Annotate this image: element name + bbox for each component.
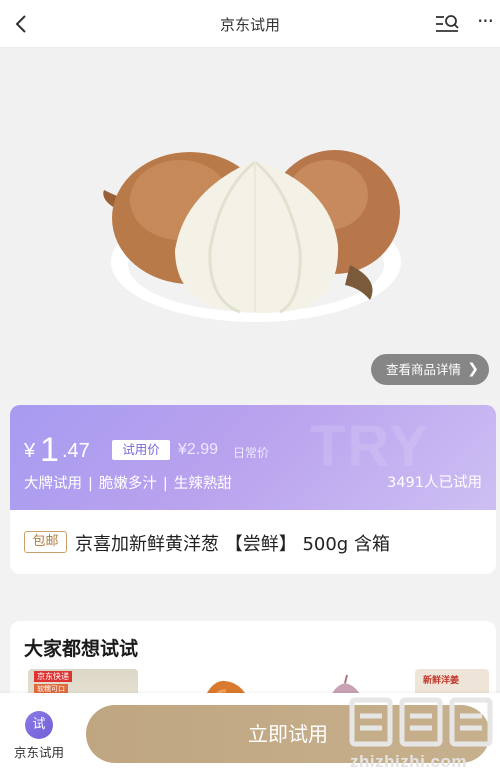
trial-price-tag: 试用价 <box>112 440 170 460</box>
feature-item: 生辣熟甜 <box>173 476 232 492</box>
free-shipping-badge: 包邮 <box>24 531 67 553</box>
chevron-right-icon: ❯ <box>467 361 479 377</box>
trial-count: 3491人已试用 <box>387 475 482 491</box>
original-price: ¥2.99 <box>178 441 219 458</box>
jd-trial-tab[interactable]: 试 京东试用 <box>8 711 70 761</box>
original-price-label: 日常价 <box>233 446 270 460</box>
page-title: 京东试用 <box>219 16 280 34</box>
zhizhizhi-watermark-text: zhizhizhi.com <box>350 752 467 771</box>
feature-item: 脆嫩多汁 <box>98 476 157 492</box>
product-image-area: 查看商品详情 ❯ <box>0 48 500 400</box>
feature-separator: | <box>162 476 168 492</box>
view-details-label: 查看商品详情 <box>386 362 462 377</box>
more-icon[interactable]: ··· <box>472 10 498 38</box>
trial-icon: 试 <box>25 711 53 739</box>
top-nav-bar: 京东试用 ··· <box>0 0 500 48</box>
price-card: TRY ¥ 1 .47 试用价 ¥2.99 日常价 大牌试用 | 脆嫩多汁 | 生辣熟甜… <box>10 405 496 513</box>
product-title-card: 包邮 京喜加新鲜黄洋葱 【尝鲜】 500g 含箱 <box>10 510 496 574</box>
thumbnail-label: 新鲜洋姜 <box>423 676 460 686</box>
product-title: 京喜加新鲜黄洋葱 【尝鲜】 500g 含箱 <box>75 534 390 555</box>
onion-product-image <box>103 150 401 322</box>
search-list-icon[interactable] <box>434 12 462 36</box>
tab-label: 京东试用 <box>13 745 64 760</box>
currency-symbol: ¥ <box>24 440 36 462</box>
recommendation-title: 大家都想试试 <box>24 638 139 660</box>
try-watermark-graphic: TRY <box>310 414 430 479</box>
feature-separator: | <box>88 476 93 492</box>
feature-list: 大牌试用 | 脆嫩多汁 | 生辣熟甜 <box>24 472 232 493</box>
thumbnail-label: 京东快递 <box>34 671 72 682</box>
price-decimal: .47 <box>62 440 90 462</box>
view-details-button[interactable]: 查看商品详情 ❯ <box>371 354 489 385</box>
feature-item: 大牌试用 <box>24 476 82 492</box>
price-integer: 1 <box>40 431 59 469</box>
